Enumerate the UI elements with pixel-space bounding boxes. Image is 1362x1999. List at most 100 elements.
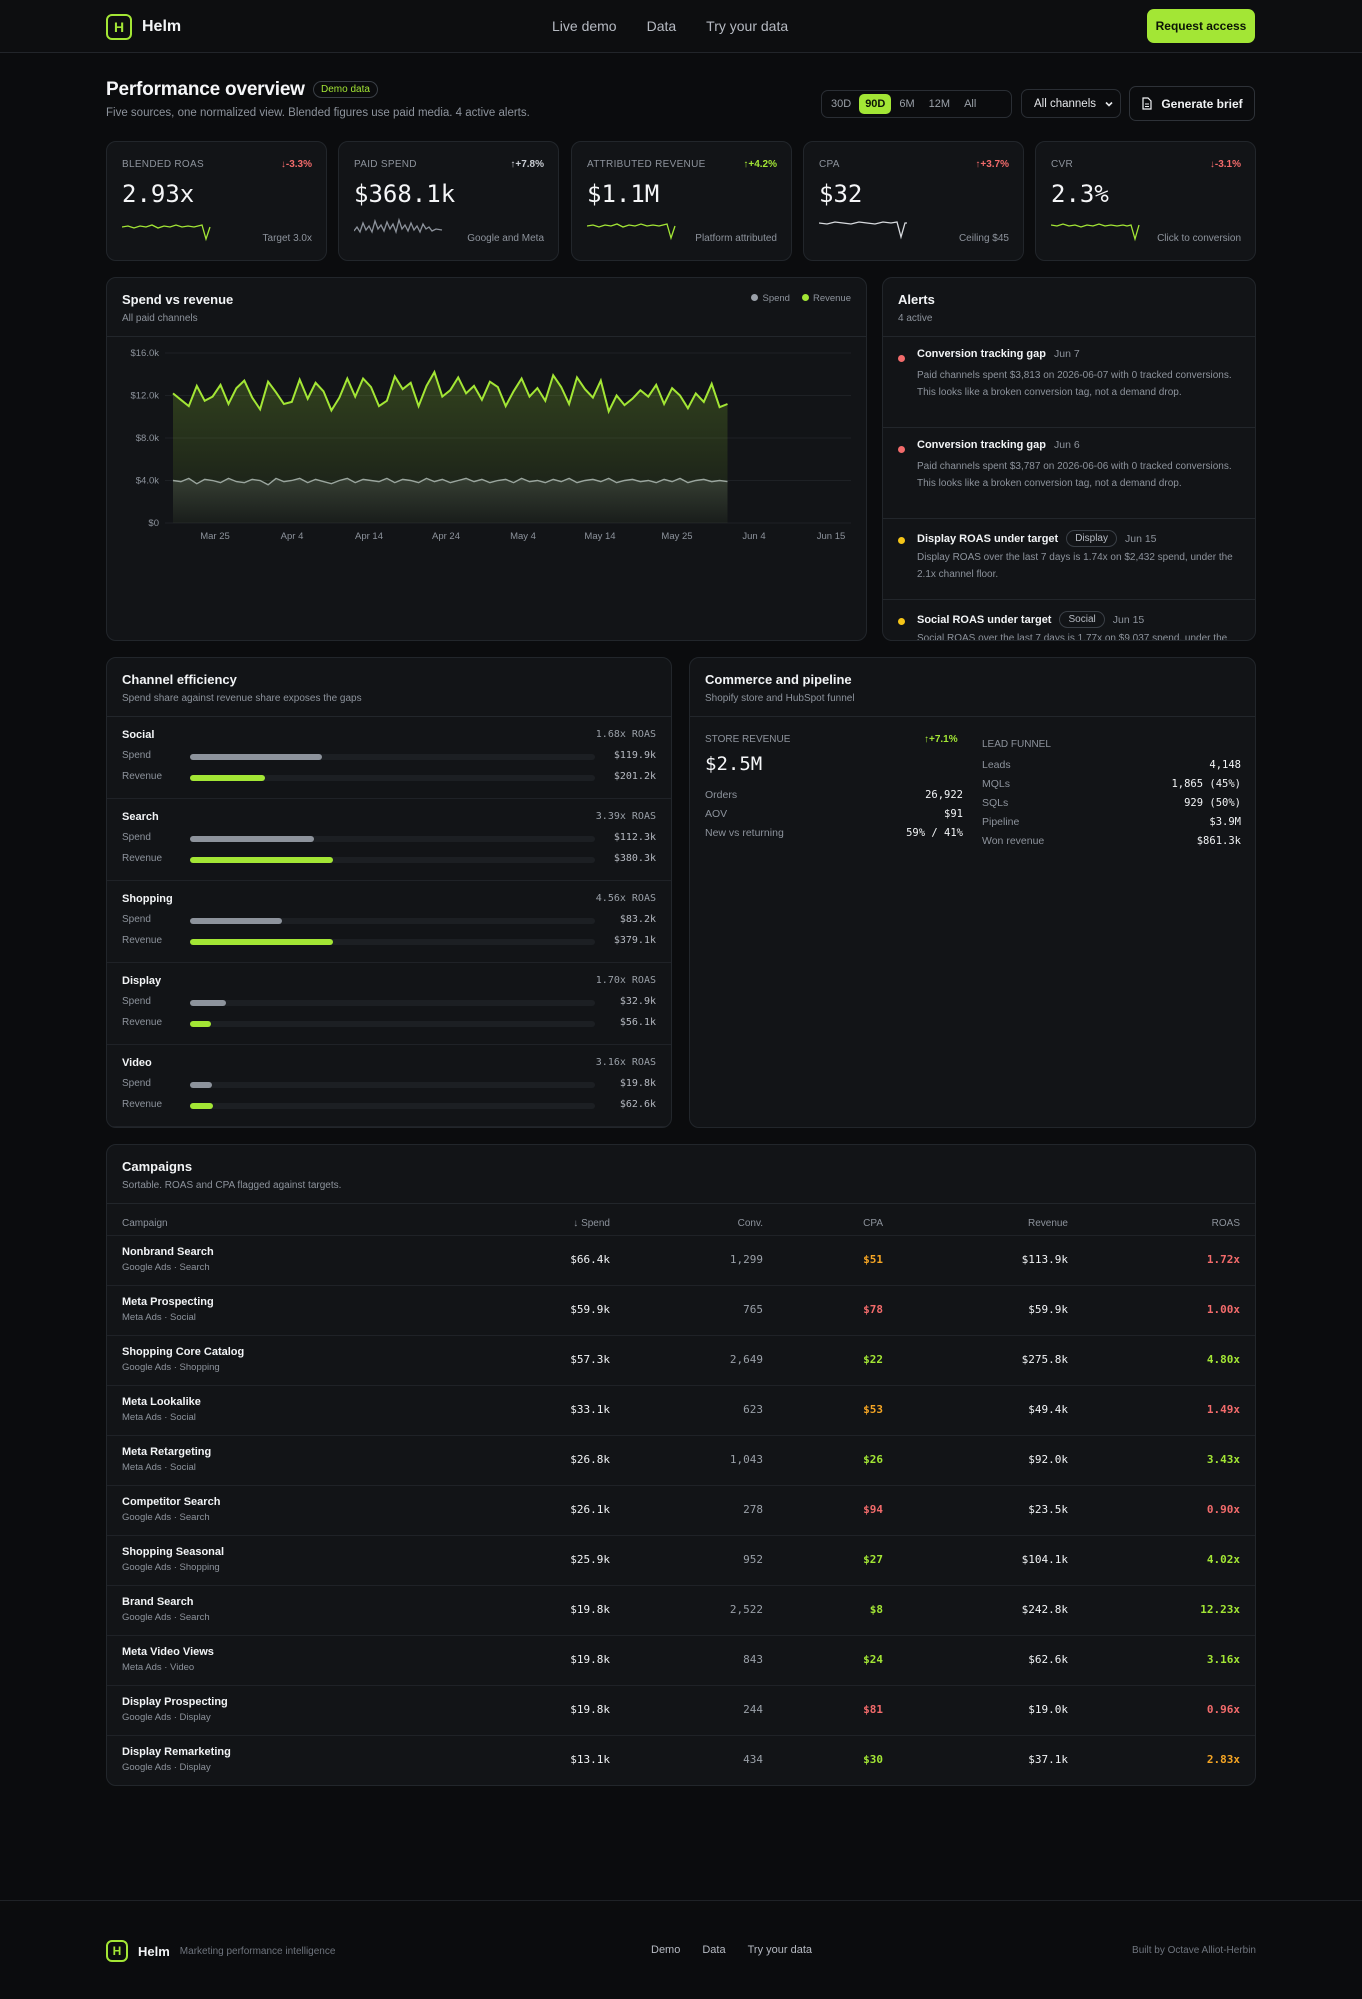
range-all[interactable]: All [958,94,982,114]
campaign-name: Brand Search [122,1596,194,1608]
table-row[interactable]: Shopping Seasonal Google Ads · Shopping $2… [107,1535,1255,1585]
table-row[interactable]: Display Remarketing Google Ads · Display $… [107,1735,1255,1785]
alert-item[interactable]: Social ROAS under target Social Jun 15 Soci… [883,600,1255,640]
alert-item[interactable]: Display ROAS under target Display Jun 15 Di… [883,519,1255,600]
channel-row: Video 3.16x ROAS Spend $19.8k Revenue $62.6k [107,1045,671,1127]
col-header-revenue[interactable]: Revenue [1028,1218,1068,1229]
channel-select[interactable]: All channels [1021,89,1121,118]
range-6m[interactable]: 6M [893,94,920,114]
channel-row: Shopping 4.56x ROAS Spend $83.2k Revenue $379… [107,881,671,963]
channel-spend-label: Spend [122,996,151,1007]
brand-logo[interactable]: H Helm [106,14,181,40]
campaign-source: Meta Ads · Social [122,1312,196,1323]
channel-spend-bar [190,1000,595,1006]
col-header-cpa[interactable]: CPA [863,1218,883,1229]
col-header-campaign[interactable]: Campaign [122,1218,168,1229]
table-row[interactable]: Display Prospecting Google Ads · Display $… [107,1685,1255,1735]
alert-severity-dot [898,446,905,453]
channel-roas: 1.68x ROAS [595,729,656,740]
footer-link-try-your-data[interactable]: Try your data [748,1944,812,1956]
funnel-metric-row: Leads 4,148 [982,759,1241,771]
alert-severity-dot [898,618,905,625]
channel-name: Shopping [122,893,173,905]
col-header-roas[interactable]: ROAS [1212,1218,1240,1229]
range-90d[interactable]: 90D [859,94,892,114]
channel-revenue-value: $201.2k [613,771,656,782]
channels-subtitle: Spend share against revenue share expose… [122,693,362,704]
request-access-button[interactable]: Request access [1147,9,1255,43]
table-row[interactable]: Meta Lookalike Meta Ads · Social $33.1k 623… [107,1385,1255,1435]
generate-brief-button[interactable]: Generate brief [1129,86,1255,121]
channel-revenue-fill [190,775,265,781]
kpi-note: Click to conversion [1157,233,1241,244]
alert-title: Display ROAS under target [917,532,1059,545]
alert-body: Display ROAS over the last 7 days is 1.7… [917,552,1233,580]
alerts-title: Alerts [898,292,935,307]
x-tick-label: Jun 15 [817,531,846,542]
nav-link-data[interactable]: Data [647,18,677,34]
funnel-metric-value: $861.3k [1196,835,1241,847]
nav-link-try-your-data[interactable]: Try your data [706,18,788,34]
footer-link-data[interactable]: Data [702,1944,725,1956]
channel-revenue-bar [190,939,595,945]
store-metric-value: 59% / 41% [906,827,963,839]
campaign-revenue: $92.0k [1028,1453,1068,1466]
kpi-card: BLENDED ROAS ↓-3.3% 2.93x Target 3.0x [106,141,327,261]
alert-tag: Display [1066,530,1117,547]
campaign-source: Meta Ads · Social [122,1462,196,1473]
alert-item[interactable]: Conversion tracking gap Jun 6 Paid channel… [883,428,1255,519]
kpi-delta: ↓-3.3% [280,159,312,170]
table-row[interactable]: Meta Retargeting Meta Ads · Social $26.8k 1… [107,1435,1255,1485]
chevron-down-icon [1105,101,1113,107]
funnel-metric-value: 1,865 (45%) [1171,778,1241,790]
channel-revenue-value: $62.6k [619,1099,656,1110]
store-metric-row: AOV $91 [705,808,963,820]
legend-revenue: Revenue [801,293,851,304]
channel-spend-bar [190,1082,595,1088]
campaign-spend: $19.8k [570,1703,610,1716]
col-header-spend[interactable]: ↓ Spend [573,1218,610,1229]
col-header-conv[interactable]: Conv. [738,1218,763,1229]
campaign-revenue: $19.0k [1028,1703,1068,1716]
helm-logo-icon: H [106,14,132,40]
alert-body: Paid channels spent $3,787 on 2026-06-06… [917,461,1232,489]
nav-link-live-demo[interactable]: Live demo [552,18,617,34]
funnel-metric-label: Won revenue [982,835,1045,847]
channel-spend-label: Spend [122,832,151,843]
table-row[interactable]: Competitor Search Google Ads · Search $26.… [107,1485,1255,1535]
campaign-roas: 12.23x [1200,1603,1240,1616]
campaign-cpa: $22 [863,1353,883,1366]
footer-brand[interactable]: H Helm Marketing performance intelligenc… [106,1940,335,1962]
channel-revenue-bar [190,775,595,781]
channel-name: Social [122,729,155,741]
table-row[interactable]: Meta Prospecting Meta Ads · Social $59.9k 7… [107,1285,1255,1335]
channel-revenue-bar [190,1103,595,1109]
alerts-card: Alerts 4 active Conversion tracking gap J… [882,277,1256,641]
alert-severity-dot [898,537,905,544]
funnel-metric-label: Leads [982,759,1011,771]
alert-title: Conversion tracking gap [917,439,1046,451]
campaign-name: Shopping Seasonal [122,1546,225,1558]
campaign-roas: 1.49x [1206,1403,1240,1416]
kpi-card: CVR ↓-3.1% 2.3% Click to conversion [1035,141,1256,261]
table-row[interactable]: Brand Search Google Ads · Search $19.8k 2,5… [107,1585,1255,1635]
table-row[interactable]: Meta Video Views Meta Ads · Video $19.8k 84… [107,1635,1255,1685]
table-row[interactable]: Shopping Core Catalog Google Ads · Shoppi… [107,1335,1255,1385]
footer-link-demo[interactable]: Demo [651,1944,680,1956]
channel-revenue-row: Revenue $380.3k [122,853,656,867]
campaign-name: Shopping Core Catalog [122,1346,245,1358]
range-12m[interactable]: 12M [923,94,956,114]
kpi-card: CPA ↑+3.7% $32 Ceiling $45 [803,141,1024,261]
table-row[interactable]: Nonbrand Search Google Ads · Search $66.4k… [107,1235,1255,1285]
channel-revenue-fill [190,1103,213,1109]
kpi-label: CPA [819,159,840,170]
funnel-metric-label: MQLs [982,778,1011,790]
channel-roas: 3.16x ROAS [595,1057,656,1068]
store-metric-label: Orders [705,789,738,801]
campaign-roas: 1.00x [1206,1303,1240,1316]
lead-funnel-label: LEAD FUNNEL [982,739,1051,750]
alert-item[interactable]: Conversion tracking gap Jun 7 Paid channel… [883,337,1255,428]
range-30d[interactable]: 30D [825,94,857,114]
channel-roas: 1.70x ROAS [595,975,656,986]
generate-brief-label: Generate brief [1161,96,1243,111]
